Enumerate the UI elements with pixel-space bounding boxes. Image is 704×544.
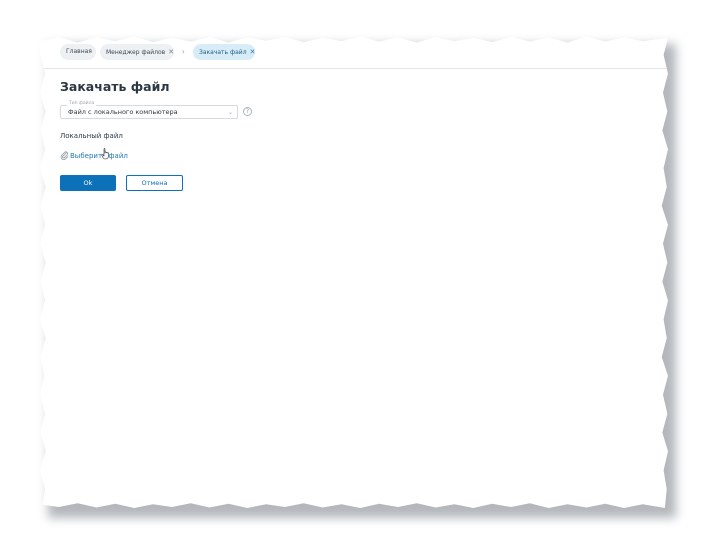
local-file-label: Локальный файл	[60, 132, 123, 140]
file-type-select[interactable]: Тип файла Файл с локального компьютера ⌄	[60, 101, 238, 119]
tab-bar: Главная Менеджер файлов ✕ › Закачать файл…	[40, 36, 668, 69]
ok-button[interactable]: Ok	[60, 175, 116, 191]
tab-home-label: Главная	[66, 48, 92, 55]
choose-file-link[interactable]: Выберите файл	[70, 152, 128, 160]
tab-file-manager-label: Менеджер файлов	[106, 49, 166, 56]
choose-file-control[interactable]: Выберите файл	[60, 145, 128, 160]
cancel-button[interactable]: Отмена	[126, 175, 183, 191]
tab-upload-file[interactable]: Закачать файл ✕	[193, 44, 255, 60]
app-window: Главная Менеджер файлов ✕ › Закачать файл…	[40, 36, 668, 508]
file-type-label: Тип файла	[67, 101, 97, 107]
page-title: Закачать файл	[60, 79, 170, 94]
hand-pointer-cursor-icon	[101, 148, 109, 160]
chevron-down-icon: ⌄	[227, 109, 233, 116]
question-circle-icon[interactable]: ?	[243, 107, 252, 116]
tab-file-manager[interactable]: Менеджер файлов ✕	[100, 44, 174, 60]
close-icon[interactable]: ✕	[250, 44, 256, 60]
close-icon[interactable]: ✕	[168, 44, 174, 60]
tab-upload-file-label: Закачать файл	[199, 49, 247, 56]
paperclip-icon	[60, 151, 69, 160]
tab-home[interactable]: Главная	[60, 44, 96, 60]
chevron-right-icon: ›	[182, 48, 185, 56]
file-type-value: Файл с локального компьютера	[68, 108, 178, 116]
